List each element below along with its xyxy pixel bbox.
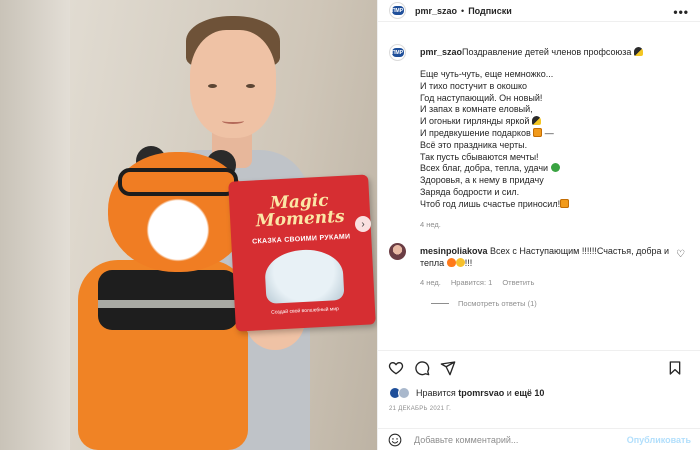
replies-line xyxy=(431,303,449,304)
caption-title-text: Поздравление детей членов профсоюза xyxy=(462,47,632,57)
following-button[interactable]: Подписки xyxy=(468,6,512,16)
add-comment-bar: Опубликовать xyxy=(378,428,700,450)
photo-boy-mouth xyxy=(222,118,244,124)
photo-door xyxy=(0,0,70,450)
carousel-next-button[interactable]: › xyxy=(355,216,371,232)
gift-box-subtitle: СКАЗКА СВОИМИ РУКАМИ xyxy=(251,233,351,246)
gift-box-footer: Создай свой волшебный мир xyxy=(271,306,340,316)
caption-author-logo: ПМР xyxy=(391,48,404,57)
poem-line-with-emoji: Всех благ, добра, тепла, удачи xyxy=(420,163,680,175)
photo-gift-box: Magic Moments СКАЗКА СВОИМИ РУКАМИ Созда… xyxy=(228,174,376,332)
party-hat-emoji-icon xyxy=(633,47,643,56)
header-separator: • xyxy=(461,5,465,16)
party-hat-emoji-icon xyxy=(531,116,541,126)
poem-line-dash: — xyxy=(542,127,554,138)
author-username[interactable]: pmr_szao xyxy=(415,6,457,16)
caption-timestamp[interactable]: 4 нед. xyxy=(420,220,441,229)
photo-boy-eye-left xyxy=(208,84,217,88)
post-side-panel: ПМР pmr_szao • Подписки ••• ПМР pmr_szao… xyxy=(377,0,700,450)
gift-box-title: Magic Moments xyxy=(255,190,346,232)
gift-emoji-icon xyxy=(533,127,543,137)
poem-line-with-emoji: И предвкушение подарков — xyxy=(420,127,680,140)
caption-title: Поздравление детей членов профсоюза xyxy=(462,47,643,57)
comment-text: mesinpoliakova Всех с Наступающим !!!!!!… xyxy=(420,245,670,269)
commenter-username[interactable]: mesinpoliakova xyxy=(420,246,488,256)
gift-emoji-icon xyxy=(560,198,570,208)
poem-line-with-emoji: И огоньки гирлянды яркой xyxy=(420,116,680,128)
heart-icon[interactable] xyxy=(388,360,404,376)
poem-line: И запах в комнате еловый, xyxy=(420,104,533,115)
emoji-icon[interactable] xyxy=(388,433,402,447)
poem-line: И тихо постучит в окошко xyxy=(420,80,528,91)
likes-user[interactable]: tpomrsvao xyxy=(458,388,504,398)
fire-emoji-icon xyxy=(446,258,456,267)
comment-icon[interactable] xyxy=(414,360,430,376)
post-date[interactable]: 21 ДЕКАБРЬ 2021 Г. xyxy=(389,406,451,412)
view-replies-button[interactable]: Посмотреть ответы (1) xyxy=(431,299,537,308)
action-bar xyxy=(388,358,693,378)
post-photo[interactable]: Magic Moments СКАЗКА СВОИМИ РУКАМИ Созда… xyxy=(0,0,377,450)
commenter-avatar[interactable] xyxy=(389,243,406,260)
likes-summary: Нравится tpomrsvao и ещё 10 xyxy=(389,387,544,399)
photo-tiger-reflective-stripe xyxy=(98,300,238,308)
comment-likes-count[interactable]: Нравится: 1 xyxy=(451,278,492,287)
poem-line: Здоровья, а к нему в придачу xyxy=(420,175,544,186)
comment-input[interactable] xyxy=(414,434,614,445)
poem-line: Заряда бодрости и сил. xyxy=(420,186,520,197)
smile-emoji-icon xyxy=(455,258,465,267)
poem-line-text: И предвкушение подарков xyxy=(420,127,531,138)
poem-line-text: Чтоб год лишь счастье приносил! xyxy=(420,198,561,209)
share-icon[interactable] xyxy=(440,360,456,376)
comment-reply-button[interactable]: Ответить xyxy=(502,278,534,287)
poem-line: Год наступающий. Он новый! xyxy=(420,92,543,103)
poem-line: Еще чуть-чуть, еще немножко... xyxy=(420,69,554,79)
gift-box-house-image xyxy=(263,247,345,304)
comment-like-heart-icon[interactable]: ♡ xyxy=(676,249,685,260)
clover-emoji-icon xyxy=(550,163,560,173)
more-icon[interactable]: ••• xyxy=(673,5,689,19)
actions-divider xyxy=(378,350,700,351)
poem-line: Так пусть сбываются мечты! xyxy=(420,151,539,162)
instagram-post: Magic Moments СКАЗКА СВОИМИ РУКАМИ Созда… xyxy=(0,0,700,450)
comment-timestamp[interactable]: 4 нед. xyxy=(420,278,441,287)
view-replies-label: Посмотреть ответы (1) xyxy=(458,299,537,308)
likes-prefix: Нравится xyxy=(416,388,456,398)
photo-tiger-glasses xyxy=(118,168,238,196)
post-header: ПМР pmr_szao • Подписки ••• xyxy=(378,0,700,22)
comment-meta: 4 нед. Нравится: 1 Ответить xyxy=(420,278,534,287)
photo-boy-eye-right xyxy=(246,84,255,88)
author-avatar[interactable]: ПМР xyxy=(389,2,406,19)
likes-others[interactable]: ещё 10 xyxy=(514,388,544,398)
poem-line-with-emoji: Чтоб год лишь счастье приносил! xyxy=(420,198,680,211)
caption-author-avatar[interactable]: ПМР xyxy=(389,44,406,61)
author-logo: ПМР xyxy=(391,6,404,15)
caption-author-username[interactable]: pmr_szao xyxy=(420,47,462,57)
likes-middle: и xyxy=(506,388,512,398)
poem-line-text: И огоньки гирлянды яркой xyxy=(420,116,530,127)
liker-avatar xyxy=(398,387,410,399)
comment-body-tail: !!! xyxy=(464,258,473,268)
likes-text: Нравится tpomrsvao и ещё 10 xyxy=(416,388,544,398)
save-icon[interactable] xyxy=(667,360,683,376)
publish-button[interactable]: Опубликовать xyxy=(627,435,691,445)
caption-poem: Еще чуть-чуть, еще немножко... И тихо по… xyxy=(420,69,680,211)
poem-line-text: Всех благ, добра, тепла, удачи xyxy=(420,163,549,174)
poem-line: Всё это праздника черты. xyxy=(420,139,528,150)
